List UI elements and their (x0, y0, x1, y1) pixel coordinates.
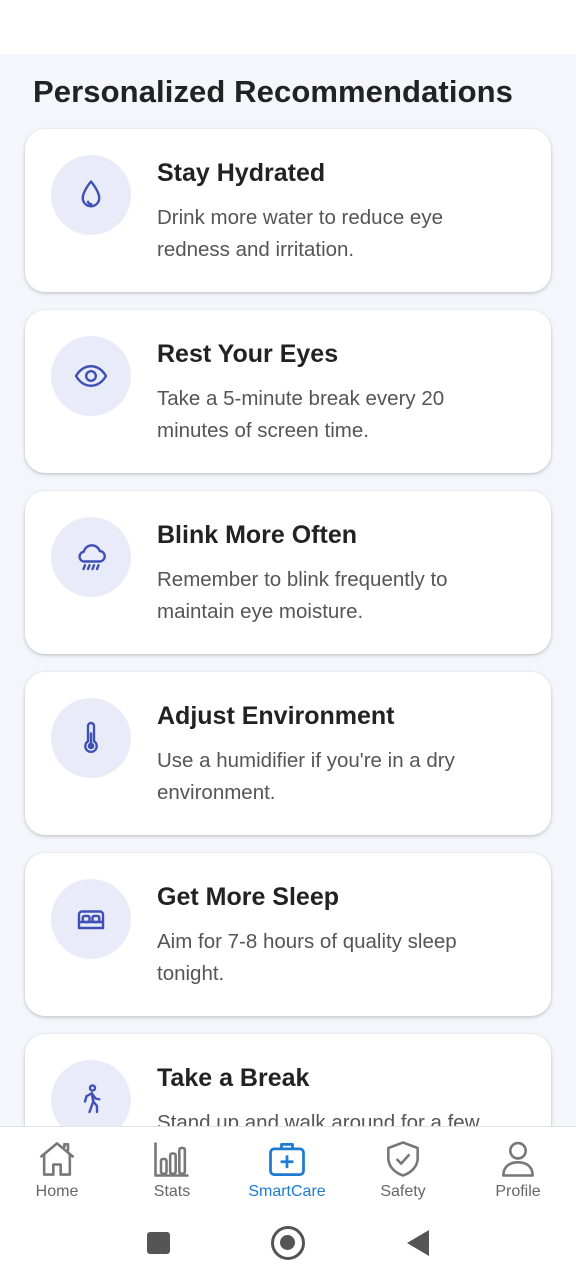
nav-label: SmartCare (248, 1183, 326, 1200)
card-description: Remember to blink frequently to maintain… (157, 568, 448, 623)
recommendation-card-get-more-sleep[interactable]: Get More Sleep Aim for 7-8 hours of qual… (25, 853, 551, 1016)
home-dot-icon (280, 1235, 295, 1250)
nav-item-safety[interactable]: Safety (353, 1137, 453, 1207)
bottom-navigation: Home Stats SmartCare Safety Profile (0, 1126, 576, 1208)
card-description: Take a 5-minute break every 20 minutes o… (157, 387, 445, 442)
recommendation-card-stay-hydrated[interactable]: Stay Hydrated Drink more water to reduce… (25, 129, 551, 292)
card-title: Rest Your Eyes (157, 340, 339, 368)
card-title: Blink More Often (157, 521, 358, 549)
card-title: Get More Sleep (157, 883, 339, 911)
back-button[interactable] (407, 1230, 429, 1256)
home-button[interactable] (271, 1226, 305, 1260)
card-description: Use a humidifier if you're in a dry envi… (157, 749, 455, 804)
status-bar (0, 0, 576, 54)
page-title: Personalized Recommendations (33, 74, 513, 109)
home-icon (39, 1142, 75, 1176)
eye-icon (51, 336, 131, 416)
bar-chart-icon (154, 1142, 189, 1177)
card-title: Adjust Environment (157, 702, 395, 730)
thermometer-icon (51, 698, 131, 778)
card-description: Aim for 7-8 hours of quality sleep tonig… (157, 930, 457, 985)
nav-item-smartcare[interactable]: SmartCare (237, 1137, 337, 1207)
shield-check-icon (387, 1141, 419, 1177)
recommendation-card-rest-your-eyes[interactable]: Rest Your Eyes Take a 5-minute break eve… (25, 310, 551, 473)
medical-kit-icon (269, 1142, 305, 1176)
nav-item-profile[interactable]: Profile (468, 1137, 568, 1207)
recommendation-card-take-a-break[interactable]: Take a Break Stand up and walk around fo… (25, 1034, 551, 1126)
nav-item-home[interactable]: Home (7, 1137, 107, 1207)
recommendation-card-blink-more-often[interactable]: Blink More Often Remember to blink frequ… (25, 491, 551, 654)
walking-icon (51, 1060, 131, 1126)
water-drop-icon (51, 155, 131, 235)
card-title: Stay Hydrated (157, 159, 326, 187)
recents-button[interactable] (147, 1232, 170, 1254)
card-title: Take a Break (157, 1064, 310, 1092)
recommendations-screen: Personalized Recommendations Stay Hydrat… (0, 54, 576, 1126)
rain-cloud-icon (51, 517, 131, 597)
nav-item-stats[interactable]: Stats (122, 1137, 222, 1207)
nav-label: Home (35, 1183, 79, 1200)
card-description: Stand up and walk around for a few (157, 1111, 480, 1126)
card-description: Drink more water to reduce eye redness a… (157, 206, 443, 261)
system-navigation-bar (0, 1208, 576, 1280)
bed-icon (51, 879, 131, 959)
person-icon (502, 1141, 534, 1177)
nav-label: Profile (495, 1183, 541, 1200)
nav-label: Stats (153, 1183, 191, 1200)
nav-label: Safety (380, 1183, 426, 1200)
recommendation-card-adjust-environment[interactable]: Adjust Environment Use a humidifier if y… (25, 672, 551, 835)
